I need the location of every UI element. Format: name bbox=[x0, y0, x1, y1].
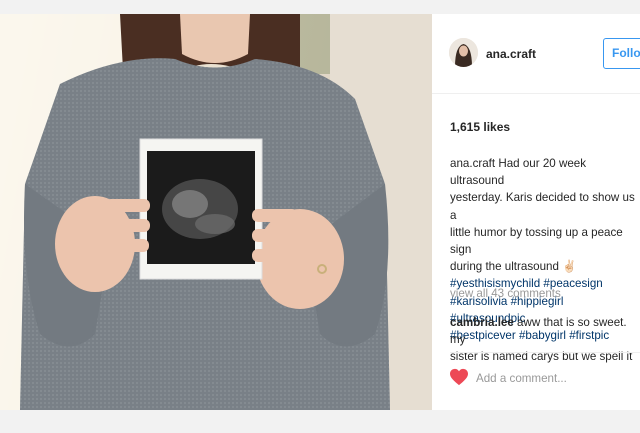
instagram-post: ana.craft Follo 1,615 likes ana.craft Ha… bbox=[0, 14, 640, 410]
comment-username[interactable]: cambria.lee bbox=[450, 316, 514, 329]
comment-item: cambria.lee aww that is so sweet. my sis… bbox=[450, 315, 636, 365]
caption-text-line4: during the ultrasound ✌🏻 bbox=[450, 260, 577, 274]
caption-text-line2: yesterday. Karis decided to show us a bbox=[450, 191, 635, 222]
post-header: ana.craft Follo bbox=[432, 14, 640, 94]
follow-button[interactable]: Follo bbox=[603, 38, 640, 69]
caption-text-line3: little humor by tossing up a peace sign bbox=[450, 225, 623, 257]
view-all-comments-link[interactable]: view all 43 comments bbox=[450, 287, 561, 300]
avatar-image bbox=[449, 38, 478, 67]
comment-divider bbox=[450, 352, 640, 353]
header-username[interactable]: ana.craft bbox=[486, 47, 536, 61]
add-comment-input[interactable] bbox=[476, 370, 626, 386]
likes-count[interactable]: 1,615 likes bbox=[450, 120, 510, 134]
post-photo-illustration bbox=[0, 14, 432, 410]
avatar[interactable] bbox=[449, 38, 478, 67]
post-side-panel: ana.craft Follo 1,615 likes ana.craft Ha… bbox=[432, 14, 640, 410]
caption-username[interactable]: ana.craft bbox=[450, 157, 495, 170]
post-photo[interactable] bbox=[0, 14, 432, 410]
heart-icon[interactable] bbox=[449, 368, 469, 386]
